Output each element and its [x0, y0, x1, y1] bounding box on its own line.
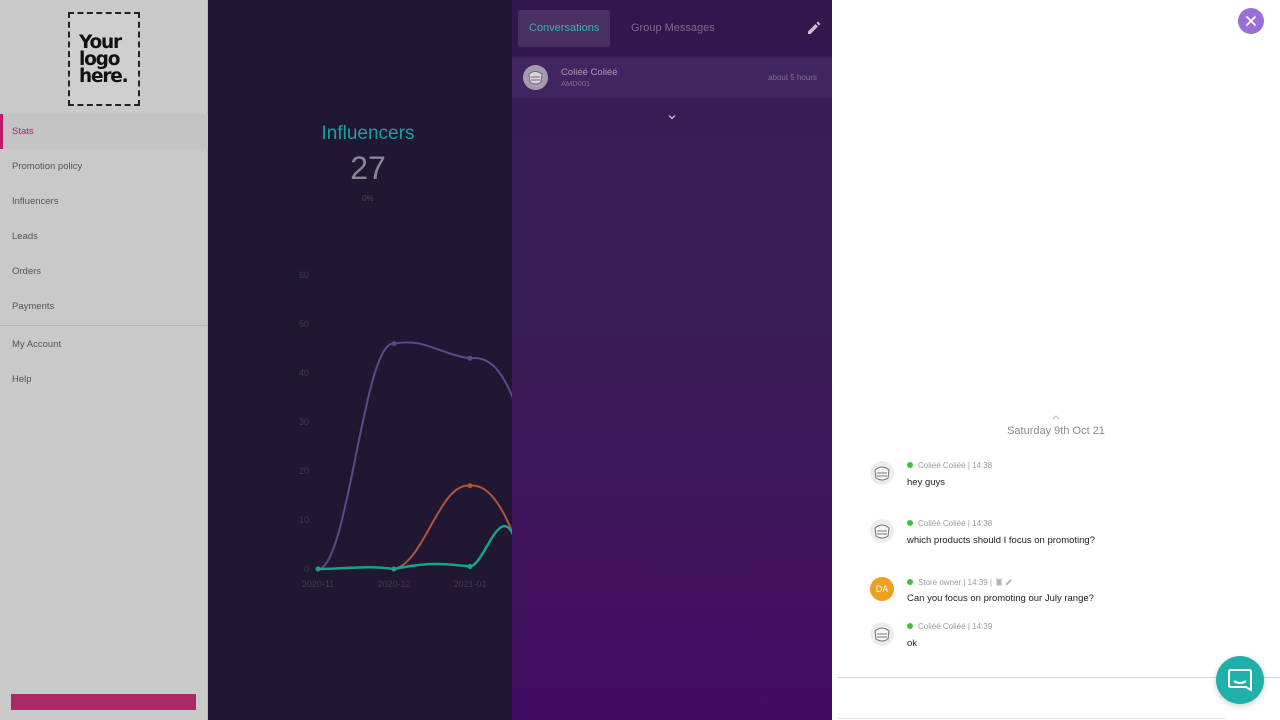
tab-conversations[interactable]: Conversations	[518, 10, 611, 47]
message-author: Coliéé Coliéé	[918, 461, 966, 470]
message-actions	[995, 577, 1014, 588]
x-tick-label: 2021-01	[453, 579, 486, 589]
message-text: Can you focus on promoting our July rang…	[907, 593, 1094, 604]
avatar	[870, 461, 894, 485]
logo-text: Your logo here.	[79, 32, 129, 87]
y-tick-label: 50	[299, 319, 309, 329]
series-line	[317, 524, 512, 571]
avatar	[870, 622, 894, 646]
conversation-time: about 5 hours	[768, 73, 817, 82]
messenger-launcher-button[interactable]	[1216, 656, 1264, 704]
message-text: hey guys	[907, 477, 946, 488]
message-meta: Store owner | 14:39 |	[907, 577, 1014, 588]
stat-change: 0%	[362, 194, 374, 203]
sidebar-item-orders[interactable]: Orders	[0, 254, 208, 289]
conversation-tabs: Conversations Group Messages	[512, 0, 832, 56]
message-time: 14:38	[972, 461, 993, 470]
y-tick-label: 60	[299, 270, 309, 280]
robot-avatar-icon	[870, 461, 894, 485]
conversations-panel: Conversations Group Messages Coliéé Coli…	[512, 0, 832, 720]
close-icon	[1245, 15, 1257, 27]
online-status-dot	[907, 520, 913, 526]
conversation-list-item[interactable]: Coliéé Coliéé AMD001 about 5 hours	[512, 58, 832, 98]
y-tick-label: 0	[304, 564, 309, 574]
message-text: ok	[907, 638, 918, 649]
composer-divider	[837, 677, 1280, 678]
online-status-dot	[907, 579, 913, 585]
avatar	[523, 65, 548, 90]
message-text: which products should I focus on promoti…	[907, 535, 1095, 546]
data-point	[467, 355, 473, 361]
message-author: Coliéé Coliéé	[918, 622, 966, 631]
sidebar-divider	[0, 325, 208, 326]
series-line	[317, 341, 512, 570]
sidebar-item-my-account[interactable]: My Account	[0, 327, 208, 362]
sidebar-item-leads[interactable]: Leads	[0, 219, 208, 254]
robot-avatar-icon	[870, 519, 894, 543]
y-tick-label: 20	[299, 466, 309, 476]
message-time: 14:38	[972, 519, 993, 528]
sidebar: Your logo here. Stats Promotion policy I…	[0, 0, 208, 720]
sidebar-item-promotion-policy[interactable]: Promotion policy	[0, 149, 208, 184]
message-time: 14:39	[972, 622, 993, 631]
tab-group-messages[interactable]: Group Messages	[620, 10, 726, 47]
stat-value: 27	[350, 150, 386, 186]
message-author: Store owner	[918, 578, 962, 587]
conversation-subtitle: AMD001	[561, 79, 591, 88]
conversation-name: Coliéé Coliéé	[561, 67, 618, 78]
y-tick-label: 10	[299, 515, 309, 525]
y-tick-label: 40	[299, 368, 309, 378]
online-status-dot	[907, 623, 913, 629]
sidebar-item-stats[interactable]: Stats	[0, 114, 208, 149]
data-point	[391, 341, 397, 347]
y-tick-label: 30	[299, 417, 309, 427]
x-tick-label: 2020-12	[377, 579, 410, 589]
data-point	[467, 483, 473, 489]
sidebar-item-influencers[interactable]: Influencers	[0, 184, 208, 219]
sidebar-item-payments[interactable]: Payments	[0, 289, 208, 324]
logo[interactable]: Your logo here.	[68, 12, 140, 106]
stat-title: Influencers	[321, 123, 415, 144]
message-meta: Coliéé Coliéé | 14:38	[907, 461, 992, 470]
sidebar-item-help[interactable]: Help	[0, 362, 208, 397]
robot-avatar-icon	[870, 622, 894, 646]
x-tick-label: 2020-11	[302, 579, 334, 589]
message-input[interactable]	[837, 718, 1225, 719]
chat-pane: Saturday 9th Oct 21 Coliéé Coliéé | 14:3…	[832, 0, 1280, 720]
date-separator: Saturday 9th Oct 21	[1007, 425, 1105, 437]
sidebar-nav: Stats Promotion policy Influencers Leads…	[0, 114, 208, 397]
message-meta: Coliéé Coliéé | 14:38	[907, 519, 992, 528]
dashboard-main: Influencers 27 0% 0 10 20 30 40 50 60 2020-11 20…	[208, 0, 512, 720]
line-chart: 0 10 20 30 40 50 60 2020-11 2020-12 2021-01	[299, 270, 512, 589]
trash-icon[interactable]	[995, 578, 1003, 586]
chevron-up-icon[interactable]	[1051, 413, 1061, 421]
robot-avatar-icon	[523, 65, 548, 90]
message-meta: Coliéé Coliéé | 14:39	[907, 622, 992, 631]
chat-bubble-icon	[1228, 669, 1252, 692]
avatar	[870, 519, 894, 543]
data-point	[391, 566, 397, 572]
data-point	[315, 566, 321, 572]
message-author: Coliéé Coliéé	[918, 519, 966, 528]
online-status-dot	[907, 462, 913, 468]
close-button[interactable]	[1238, 8, 1264, 34]
data-point	[467, 564, 473, 570]
pencil-icon[interactable]	[806, 20, 822, 36]
message-time: 14:39	[967, 578, 988, 587]
sidebar-bottom-button[interactable]	[11, 694, 196, 710]
chevron-down-icon[interactable]	[667, 112, 677, 122]
edit-icon[interactable]	[1005, 577, 1014, 586]
avatar: DA	[870, 577, 894, 601]
